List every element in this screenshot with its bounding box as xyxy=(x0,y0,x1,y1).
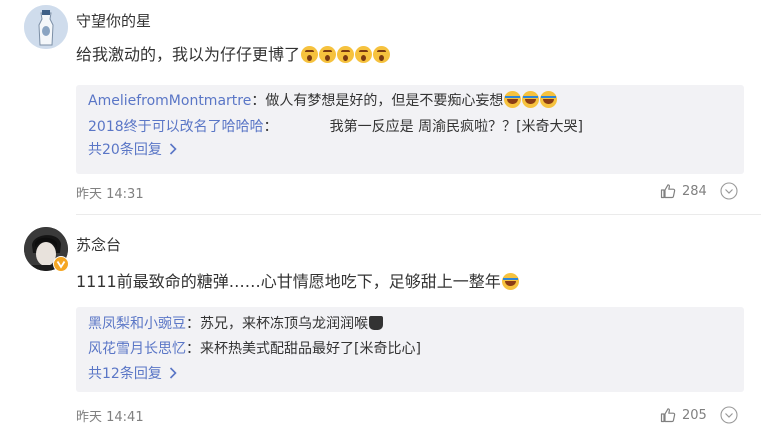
user-avatar[interactable] xyxy=(24,227,69,272)
reply-separator: ： xyxy=(251,93,266,109)
chevron-down-icon xyxy=(720,182,738,200)
more-replies-link[interactable]: 共12条回复 xyxy=(88,363,177,383)
reply-item: 2018终于可以改名了哈哈哈： 我第一反应是 周渝民疯啦？？[米奇大哭] xyxy=(88,116,583,136)
reply-item: AmeliefromMontmartre：做人有梦想是好的，但是不要痴心妄想 xyxy=(88,90,558,110)
comment-text: 1111前最致命的糖弹……心甘情愿地吃下，足够甜上一整年 xyxy=(76,268,519,292)
reply-box: 黑凤梨和小豌豆：苏兄，来杯冻顶乌龙润润喉 风花雪月长思忆：来杯热美式配甜品最好了… xyxy=(76,307,744,392)
shock-emoji xyxy=(337,46,355,63)
reply-username[interactable]: 风花雪月长思忆 xyxy=(88,341,186,357)
shock-emoji xyxy=(301,46,319,63)
reply-separator: ： xyxy=(263,119,278,135)
user-avatar[interactable] xyxy=(24,5,68,49)
reply-text: 做人有梦想是好的，但是不要痴心妄想 xyxy=(265,93,504,109)
thumbs-up-icon xyxy=(660,408,676,423)
shock-emoji xyxy=(373,46,391,63)
more-replies-label: 共12条回复 xyxy=(88,366,162,382)
more-replies-link[interactable]: 共20条回复 xyxy=(88,139,177,159)
comment-username[interactable]: 守望你的星 xyxy=(76,10,151,31)
reply-item: 风花雪月长思忆：来杯热美式配甜品最好了[米奇比心] xyxy=(88,338,421,358)
comment-text: 给我激动的，我以为仔仔更博了 xyxy=(76,41,391,65)
comment-text-body: 给我激动的，我以为仔仔更博了 xyxy=(76,45,301,64)
like-count: 205 xyxy=(682,407,707,423)
comment-item: 守望你的星 给我激动的，我以为仔仔更博了 AmeliefromMontmartr… xyxy=(0,0,761,216)
thumbs-up-icon xyxy=(660,184,676,199)
like-button[interactable]: 284 xyxy=(660,182,707,200)
reply-text: 来杯热美式配甜品最好了[米奇比心] xyxy=(200,341,421,357)
cup-emoji xyxy=(369,316,383,330)
shock-emoji xyxy=(355,46,373,63)
comment-time: 昨天 14:41 xyxy=(76,410,144,425)
avatar-image xyxy=(24,5,68,49)
laugh-emoji xyxy=(504,91,522,108)
reply-username[interactable]: 2018终于可以改名了哈哈哈 xyxy=(88,119,264,135)
more-options-button[interactable] xyxy=(720,182,738,200)
reply-item: 黑凤梨和小豌豆：苏兄，来杯冻顶乌龙润润喉 xyxy=(88,313,383,333)
reply-username[interactable]: 黑凤梨和小豌豆 xyxy=(88,316,186,332)
reply-box: AmeliefromMontmartre：做人有梦想是好的，但是不要痴心妄想 2… xyxy=(76,85,744,174)
reply-separator: ： xyxy=(186,316,200,332)
comment-divider xyxy=(76,214,761,215)
chevron-right-icon xyxy=(170,143,177,155)
chevron-down-icon xyxy=(720,406,738,424)
more-options-button[interactable] xyxy=(720,406,738,424)
verified-badge-icon xyxy=(53,256,69,272)
shock-emoji xyxy=(319,46,337,63)
reply-separator: ： xyxy=(186,341,200,357)
reply-text: 苏兄，来杯冻顶乌龙润润喉 xyxy=(200,316,368,332)
chevron-right-icon xyxy=(170,367,177,379)
like-button[interactable]: 205 xyxy=(660,406,707,424)
like-count: 284 xyxy=(682,183,707,199)
reply-text: 我第一反应是 周渝民疯啦？？[米奇大哭] xyxy=(329,119,584,135)
reply-username[interactable]: AmeliefromMontmartre xyxy=(88,93,251,109)
laugh-emoji xyxy=(540,91,558,108)
laugh-emoji xyxy=(501,273,519,290)
comment-text-body: 1111前最致命的糖弹……心甘情愿地吃下，足够甜上一整年 xyxy=(76,272,501,291)
more-replies-label: 共20条回复 xyxy=(88,142,162,158)
laugh-emoji xyxy=(522,91,540,108)
comment-time: 昨天 14:31 xyxy=(76,187,144,202)
comment-item: 苏念台 1111前最致命的糖弹……心甘情愿地吃下，足够甜上一整年 黑凤梨和小豌豆… xyxy=(0,216,761,436)
comment-username[interactable]: 苏念台 xyxy=(76,234,121,255)
